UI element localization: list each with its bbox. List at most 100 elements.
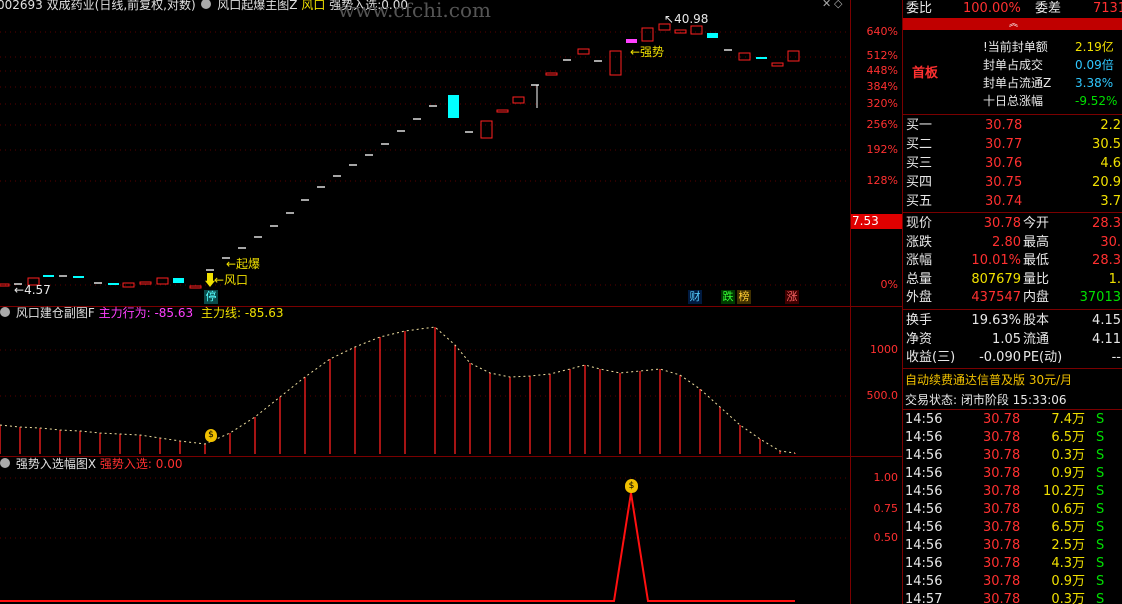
tick-time: 14:56 [905, 502, 943, 517]
qibao-label: ←起爆 [226, 257, 261, 271]
bid-price: 30.74 [985, 194, 1023, 209]
zhang-marker[interactable]: 涨 [785, 290, 799, 304]
tick-volume: 0.3万 [1051, 448, 1085, 463]
tick-volume: 2.5万 [1051, 538, 1085, 553]
sub2-plot-svg [0, 477, 850, 602]
divider [903, 212, 1122, 213]
fin-value: -0.090 [979, 350, 1021, 365]
tick-time: 14:56 [905, 574, 943, 589]
fengkou-label: ←风口 [214, 273, 249, 287]
stat-label: 量比 [1023, 271, 1050, 287]
candle-up [512, 96, 525, 104]
ting-marker: 停 [204, 290, 218, 304]
fin-label: 换手 [906, 313, 933, 328]
tick-row: 14:56 30.78 6.5万 S [903, 519, 1122, 537]
seal-row: !当前封单额 2.19亿 [903, 38, 1122, 56]
bid-row[interactable]: 买三 30.76 4.6 [903, 155, 1122, 173]
tick-side: S [1096, 448, 1105, 463]
die-marker[interactable]: 跌 [721, 290, 735, 304]
bid-label: 买五 [906, 194, 933, 209]
seal-row: 十日总涨幅 -9.52% [903, 92, 1122, 110]
bid-price: 30.76 [985, 156, 1023, 171]
bid-price: 30.78 [985, 118, 1023, 133]
bid-price: 30.75 [985, 175, 1023, 190]
bid-row[interactable]: 买一 30.78 2.2 [903, 117, 1122, 135]
stat-row: 外盘 437547 内盘 37013 [903, 289, 1122, 307]
tick-time: 14:56 [905, 412, 943, 427]
stat-value: 437547 [971, 290, 1021, 305]
tick-volume: 10.2万 [1043, 484, 1085, 499]
qiangshi-label: ←强势 [630, 45, 665, 59]
sub1-plot-svg [0, 326, 850, 454]
tick-side: S [1096, 430, 1105, 445]
axis-label: 1.00 [873, 471, 899, 484]
fin-label: 收益(三) [906, 350, 956, 365]
stat-label: 现价 [906, 216, 933, 231]
tick-row: 14:56 30.78 7.4万 S [903, 411, 1122, 429]
candle-down [448, 95, 459, 118]
bid-row[interactable]: 买四 30.75 20.9 [903, 174, 1122, 192]
axis-label: 1000 [870, 343, 898, 356]
tick-side: S [1096, 556, 1105, 571]
candle-up [480, 120, 493, 139]
axis-label: 640% [866, 25, 898, 38]
tick-row: 14:56 30.78 2.5万 S [903, 537, 1122, 555]
tick-price: 30.78 [983, 484, 1021, 499]
sub1-axis: 1000 500.0 [850, 307, 902, 456]
candle-up [545, 72, 558, 76]
tick-price: 30.78 [983, 430, 1021, 445]
high-price-label: ↖40.98 [664, 12, 709, 26]
seal-value: 3.38% [1075, 76, 1114, 90]
fin-label: 净资 [906, 331, 933, 347]
candle-up [787, 50, 800, 62]
tick-row: 14:57 30.78 0.3万 S [903, 591, 1122, 604]
main-axis: 640% 512% 448% 384% 320% 256% 192% 128% … [850, 0, 902, 306]
tick-time: 14:56 [905, 484, 943, 499]
fin-label: 股本 [1023, 313, 1050, 328]
stat-row: 现价 30.78 今开 28.3 [903, 215, 1122, 233]
tick-volume: 0.6万 [1051, 502, 1085, 517]
bang-marker[interactable]: 榜 [737, 290, 751, 304]
seal-row: 封单占流通Z 3.38% [903, 74, 1122, 92]
tick-volume: 0.3万 [1051, 592, 1085, 604]
candle-up [156, 277, 169, 285]
stat-label: 内盘 [1023, 290, 1050, 305]
candle-down [707, 33, 718, 38]
tick-price: 30.78 [983, 502, 1021, 517]
cai-marker[interactable]: 财 [688, 290, 702, 304]
tick-side: S [1096, 520, 1105, 535]
stat-value: 807679 [971, 271, 1021, 287]
stat-value: 30.78 [983, 216, 1021, 231]
bid-quantity: 4.6 [1100, 156, 1121, 171]
candle-down [73, 276, 84, 278]
sub-chart-1[interactable]: 风口建仓副图F 主力行为: -85.63 主力线: -85.63 $ [0, 306, 850, 456]
promo-link[interactable]: 自动续费通达信普及版 30元/月 [905, 371, 1072, 388]
weibi-label: 委比 [906, 1, 933, 16]
bid-row[interactable]: 买二 30.77 30.5 [903, 136, 1122, 154]
axis-label: 256% [866, 118, 898, 131]
axis-label: 0.50 [873, 531, 899, 544]
stat-row: 涨跌 2.80 最高 30. [903, 234, 1122, 252]
tick-side: S [1096, 538, 1105, 553]
axis-label: 0% [880, 278, 898, 291]
tick-side: S [1096, 412, 1105, 427]
fin-row: 收益(三) -0.090 PE(动) -- [903, 349, 1122, 367]
sub-chart-2[interactable]: 强势入选幅图X 强势入选: 0.00 $ [0, 457, 850, 604]
divider [903, 368, 1122, 369]
bid-quantity: 2.2 [1100, 118, 1121, 133]
fin-value: 1.05 [992, 331, 1021, 347]
stat-value: 28.3 [1092, 216, 1121, 231]
chevron-up-icon: ︽ [1009, 19, 1019, 29]
stat-value: 1. [1108, 271, 1121, 287]
stat-value: 10.01% [971, 253, 1021, 268]
tick-row: 14:56 30.78 0.9万 S [903, 573, 1122, 591]
seal-label: 封单占流通Z [983, 76, 1052, 90]
candle-down [756, 57, 767, 59]
axis-label: 128% [866, 174, 898, 187]
collapse-button[interactable]: ︽ [903, 18, 1122, 30]
tick-price: 30.78 [983, 412, 1021, 427]
main-chart[interactable]: 002693 双成药业(日线,前复权,对数) 风口起爆主图Z 风口 强势入选:0… [0, 0, 850, 306]
bid-row[interactable]: 买五 30.74 3.7 [903, 193, 1122, 211]
candle-up [122, 282, 135, 288]
trade-status: 交易状态: 闭市阶段 15:33:06 [905, 393, 1067, 407]
